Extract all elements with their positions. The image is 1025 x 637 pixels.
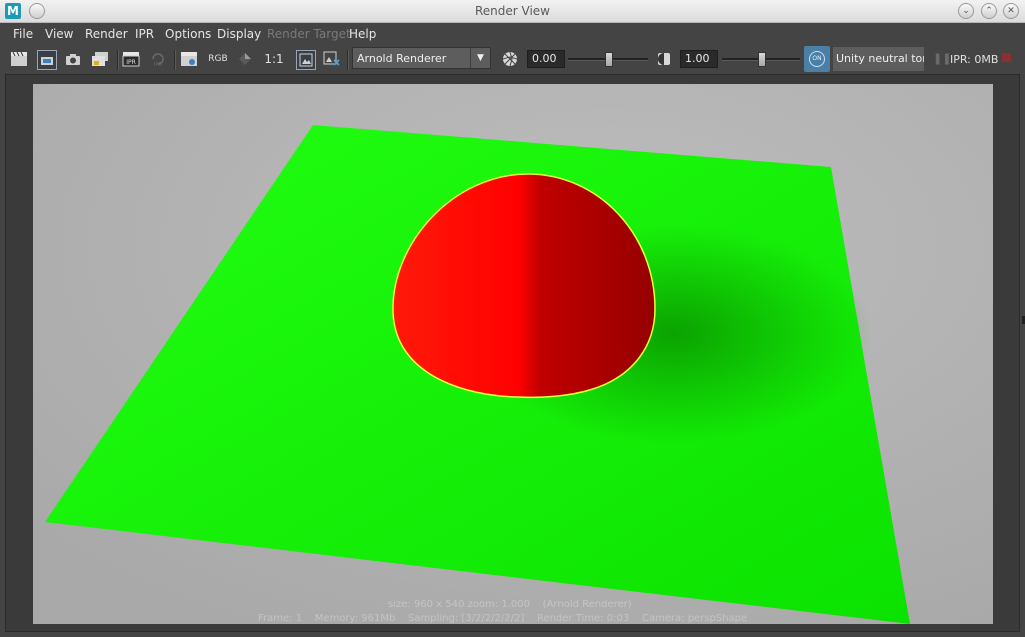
toolbar-separator bbox=[117, 50, 119, 70]
menu-ipr[interactable]: IPR bbox=[135, 27, 154, 41]
menu-file[interactable]: File bbox=[13, 27, 33, 41]
keep-image-icon[interactable] bbox=[296, 50, 316, 70]
render-region-icon[interactable] bbox=[37, 50, 57, 70]
minimize-button[interactable]: ⌄ bbox=[958, 3, 974, 19]
svg-text:IPR: IPR bbox=[154, 62, 162, 67]
alpha-channel-icon[interactable] bbox=[236, 50, 254, 68]
renderer-dropdown-value: Arnold Renderer bbox=[357, 52, 447, 65]
snapshot-icon[interactable] bbox=[64, 50, 82, 68]
real-size-icon[interactable]: 1:1 bbox=[264, 50, 284, 68]
menu-options[interactable]: Options bbox=[165, 27, 211, 41]
renderer-dropdown[interactable]: Arnold Renderer ▼ bbox=[352, 47, 491, 69]
window-title: Render View bbox=[474, 4, 550, 18]
toolbar-separator bbox=[174, 50, 176, 70]
title-bar: M Render View ⌄ ⌃ ✕ bbox=[0, 0, 1025, 23]
rgb-label: RGB bbox=[208, 54, 228, 64]
render-info-line-1: size: 960 x 540 zoom: 1.000 (Arnold Rend… bbox=[388, 599, 632, 610]
render-canvas bbox=[33, 84, 993, 624]
menu-bar: File View Render IPR Options Display Ren… bbox=[0, 23, 1025, 44]
menu-view[interactable]: View bbox=[45, 27, 73, 41]
exposure-field[interactable]: 0.00 bbox=[527, 50, 565, 68]
menu-render-target: Render Target bbox=[267, 27, 351, 41]
exposure-icon bbox=[501, 50, 519, 68]
svg-text:IPR: IPR bbox=[126, 59, 136, 66]
render-info-line-2: Frame: 1 Memory: 961Mb Sampling: [3/2/2/… bbox=[258, 613, 748, 624]
close-button[interactable]: ✕ bbox=[1003, 3, 1019, 19]
exposure-slider-handle[interactable] bbox=[605, 52, 613, 67]
maximize-button[interactable]: ⌃ bbox=[981, 3, 997, 19]
gamma-field[interactable]: 1.00 bbox=[680, 50, 718, 68]
gamma-icon bbox=[655, 50, 673, 68]
view-transform-dropdown[interactable]: Unity neutral tone- bbox=[833, 47, 924, 71]
color-management-on-icon: ON bbox=[809, 51, 825, 67]
stop-render-icon[interactable] bbox=[1002, 53, 1011, 62]
render-sequence-icon[interactable] bbox=[91, 50, 109, 68]
render-settings-icon[interactable] bbox=[180, 50, 198, 68]
menu-help[interactable]: Help bbox=[349, 27, 376, 41]
refresh-ipr-icon: IPR bbox=[149, 50, 167, 68]
toolbar-separator bbox=[347, 50, 349, 70]
redo-previous-render-icon[interactable] bbox=[10, 50, 28, 68]
menu-render[interactable]: Render bbox=[85, 27, 128, 41]
ratio-label: 1:1 bbox=[264, 52, 284, 66]
rendered-image[interactable] bbox=[33, 84, 993, 624]
remove-image-icon[interactable] bbox=[323, 50, 341, 68]
ipr-render-icon[interactable]: IPR bbox=[122, 50, 140, 68]
ipr-memory-status: IPR: 0MB bbox=[950, 53, 999, 66]
chevron-down-icon: ▼ bbox=[470, 48, 490, 68]
gamma-slider-handle[interactable] bbox=[758, 52, 766, 67]
pause-ipr-icon: ❚❚ bbox=[933, 52, 952, 65]
color-management-toggle[interactable]: ON bbox=[804, 46, 830, 72]
menu-display[interactable]: Display bbox=[217, 27, 261, 41]
rgb-channels-icon[interactable]: RGB bbox=[208, 50, 228, 68]
